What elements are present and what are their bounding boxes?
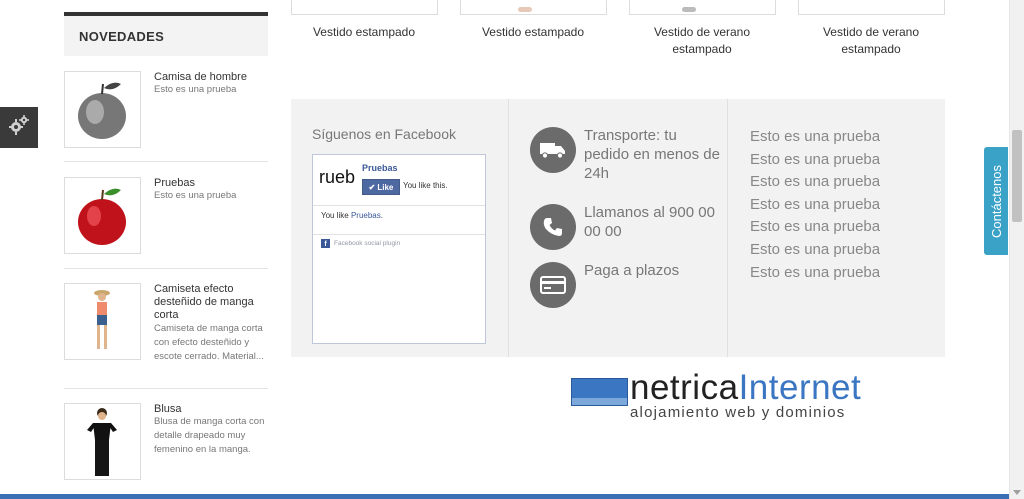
you-like-page-text: You like Pruebas. (321, 211, 383, 220)
scroll-down-icon[interactable] (1013, 490, 1021, 495)
truck-icon (530, 127, 576, 173)
product-thumbnail[interactable] (64, 71, 141, 148)
divider (64, 268, 268, 269)
brand-logo-mark (571, 378, 628, 406)
footer-link[interactable]: Esto es una prueba (750, 239, 880, 262)
product-image-box[interactable] (291, 0, 438, 15)
credit-card-icon (530, 262, 576, 308)
facebook-heading: Síguenos en Facebook (312, 126, 456, 142)
product-thumbnail[interactable] (64, 177, 141, 254)
phone-icon (530, 204, 576, 250)
facebook-page-logo[interactable]: rueb (319, 167, 355, 188)
new-products-heading: NOVEDADES (64, 12, 268, 56)
bottom-border (0, 494, 1009, 499)
product-image-box[interactable] (798, 0, 945, 15)
facebook-plugin-label[interactable]: f Facebook social plugin (321, 239, 400, 248)
divider (313, 205, 485, 206)
page-scrollbar[interactable] (1009, 0, 1024, 499)
footer-link[interactable]: Esto es una prueba (750, 126, 880, 149)
new-products-block: NOVEDADES (64, 12, 268, 56)
list-item: Camiseta efecto desteñido de manga corta… (64, 283, 268, 383)
product-name-link[interactable]: Vestido de verano estampado (622, 24, 782, 58)
check-icon: ✔ (368, 182, 376, 192)
shipping-info: Transporte: tu pedido en menos de 24h (584, 127, 720, 182)
footer-link[interactable]: Esto es una prueba (750, 149, 880, 172)
you-like-prefix: You like (321, 211, 351, 220)
facebook-icon: f (321, 239, 330, 248)
divider (313, 234, 485, 235)
facebook-like-button[interactable]: ✔ Like (362, 179, 400, 195)
divider (508, 99, 509, 357)
product-description: Camiseta de manga corta con efecto deste… (154, 323, 264, 362)
contact-tab-label: Contáctenos (988, 164, 1004, 238)
product-name-link[interactable]: Vestido de verano estampado (791, 24, 951, 58)
divider (727, 99, 728, 357)
product-name-link[interactable]: Vestido estampado (453, 24, 613, 41)
footer-links: Esto es una prueba Esto es una prueba Es… (750, 126, 880, 284)
product-image-box[interactable] (460, 0, 607, 15)
you-like-suffix: . (380, 211, 383, 220)
brand-logo[interactable]: netricaInternet (630, 368, 861, 408)
facebook-page-name[interactable]: Pruebas (362, 163, 398, 173)
divider (64, 161, 268, 162)
settings-tab[interactable] (0, 107, 38, 148)
footer-link[interactable]: Esto es una prueba (750, 216, 880, 239)
list-item: Camisa de hombre Esto es una prueba (64, 71, 268, 151)
product-description: Esto es una prueba (154, 84, 237, 95)
contact-tab[interactable]: Contáctenos (984, 147, 1008, 255)
footer-link[interactable]: Esto es una prueba (750, 262, 880, 285)
facebook-widget: rueb Pruebas ✔ Like You like this. You l… (312, 154, 486, 344)
list-item: Pruebas Esto es una prueba (64, 177, 268, 257)
footer-link[interactable]: Esto es una prueba (750, 194, 880, 217)
product-name-link[interactable]: Vestido estampado (284, 24, 444, 41)
product-description: Esto es una prueba (154, 190, 237, 201)
scroll-thumb[interactable] (1012, 130, 1022, 222)
brand-tagline: alojamiento web y dominios (630, 404, 846, 421)
product-image-box[interactable] (629, 0, 776, 15)
product-thumbnail[interactable] (64, 283, 141, 360)
brand-name-part2: Internet (738, 368, 862, 407)
payment-info: Paga a plazos (584, 262, 680, 279)
page-link[interactable]: Pruebas (351, 211, 381, 220)
brand-name-part1: netrica (630, 368, 739, 407)
footer-link[interactable]: Esto es una prueba (750, 171, 880, 194)
divider (64, 388, 268, 389)
product-title[interactable]: Camiseta efecto desteñido de manga corta (154, 283, 268, 322)
product-description: Blusa de manga corta con detalle drapead… (154, 416, 265, 455)
plugin-label-text: Facebook social plugin (334, 240, 401, 247)
gears-icon (8, 114, 30, 141)
phone-info: Llamanos al 900 00 00 00 (584, 204, 715, 240)
you-like-text: You like this. (403, 181, 448, 190)
like-label: Like (377, 182, 394, 192)
list-item: Blusa Blusa de manga corta con detalle d… (64, 403, 268, 483)
product-thumbnail[interactable] (64, 403, 141, 480)
